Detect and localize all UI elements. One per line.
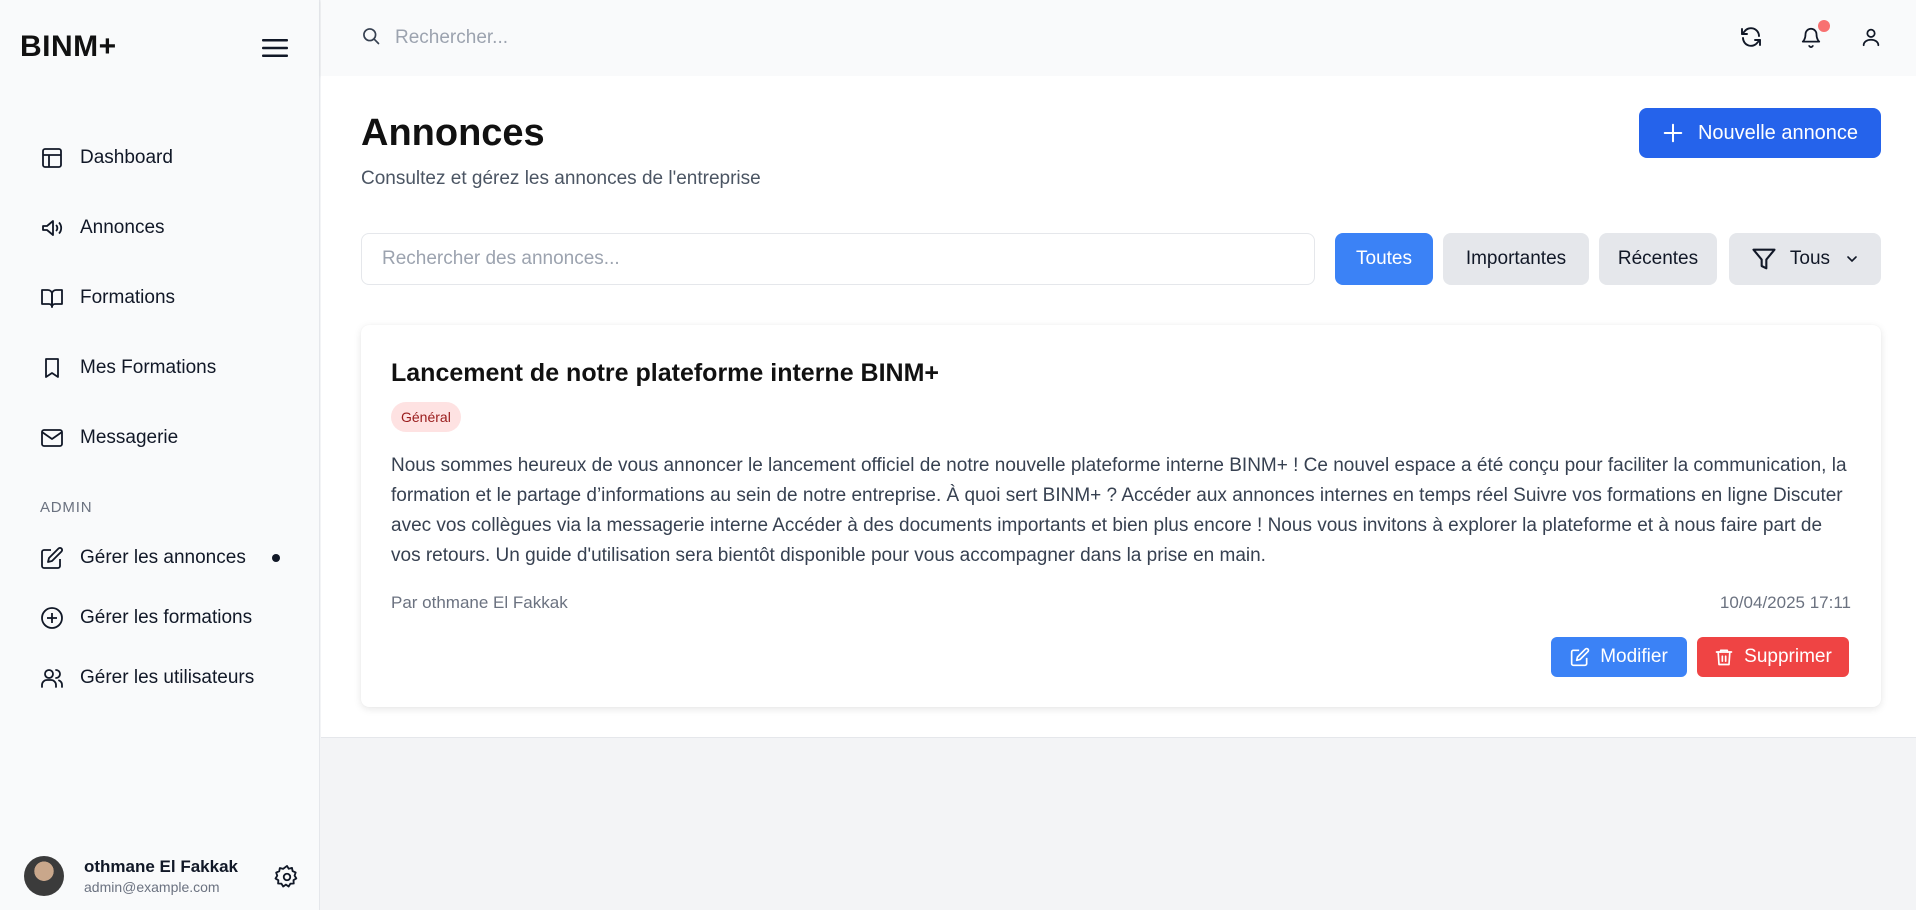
avatar bbox=[24, 856, 64, 896]
layout-icon bbox=[38, 144, 66, 172]
sidebar-item-label: Dashboard bbox=[80, 147, 173, 168]
edit-icon bbox=[1570, 647, 1590, 667]
sidebar-item-mes-formations[interactable]: Mes Formations bbox=[38, 350, 216, 386]
gear-icon bbox=[274, 865, 298, 888]
edit-label: Modifier bbox=[1600, 646, 1668, 667]
notification-badge bbox=[1818, 20, 1830, 32]
category-badge: Général bbox=[391, 402, 461, 432]
sidebar-item-label: Annonces bbox=[80, 217, 165, 238]
chevron-down-icon bbox=[1844, 251, 1860, 267]
filter-importantes[interactable]: Importantes bbox=[1443, 233, 1589, 285]
topbar bbox=[321, 0, 1916, 76]
hamburger-icon bbox=[262, 39, 288, 57]
user-name: othmane El Fakkak bbox=[84, 857, 239, 876]
plus-icon bbox=[1662, 122, 1684, 144]
refresh-button[interactable] bbox=[1738, 24, 1764, 50]
announcement-date: 10/04/2025 17:11 bbox=[1719, 593, 1851, 612]
filter-dropdown[interactable]: Tous bbox=[1729, 233, 1881, 285]
sidebar-item-label: Gérer les utilisateurs bbox=[80, 667, 255, 688]
sidebar-item-gerer-annonces[interactable]: Gérer les annonces bbox=[38, 540, 246, 576]
filter-dropdown-value: Tous bbox=[1789, 248, 1831, 269]
search-icon bbox=[361, 26, 381, 46]
announcement-author: Par othmane El Fakkak bbox=[391, 593, 568, 612]
sidebar-item-label: Gérer les formations bbox=[80, 607, 253, 628]
brand-logo[interactable]: BINM+ bbox=[20, 30, 117, 64]
user-icon bbox=[1862, 28, 1880, 47]
sidebar-item-label: Gérer les annonces bbox=[80, 547, 246, 568]
sidebar-item-messagerie[interactable]: Messagerie bbox=[38, 420, 178, 456]
megaphone-icon bbox=[38, 214, 66, 242]
sidebar: BINM+ Dashboard Annonces Formations Mes … bbox=[0, 0, 320, 910]
sidebar-item-annonces[interactable]: Annonces bbox=[38, 210, 165, 246]
announcement-search-input[interactable] bbox=[361, 233, 1315, 285]
filter-toutes[interactable]: Toutes bbox=[1335, 233, 1433, 285]
sidebar-item-gerer-utilisateurs[interactable]: Gérer les utilisateurs bbox=[38, 660, 254, 696]
plus-circle-icon bbox=[38, 604, 66, 632]
delete-button[interactable]: Supprimer bbox=[1697, 637, 1849, 677]
sidebar-item-label: Mes Formations bbox=[80, 357, 217, 378]
announcement-card: Lancement de notre plateforme interne BI… bbox=[361, 325, 1881, 707]
page-subtitle: Consultez et gérez les annonces de l'ent… bbox=[361, 168, 761, 189]
announcement-body: Nous sommes heureux de vous annoncer le … bbox=[391, 455, 1847, 566]
book-open-icon bbox=[38, 284, 66, 312]
admin-section-heading: ADMIN bbox=[40, 499, 93, 516]
active-indicator-dot bbox=[272, 554, 280, 562]
mail-icon bbox=[38, 424, 66, 452]
edit-square-icon bbox=[38, 544, 66, 572]
sidebar-item-label: Formations bbox=[80, 287, 176, 308]
account-button[interactable] bbox=[1858, 24, 1884, 50]
filter-icon bbox=[1750, 245, 1778, 273]
sidebar-item-dashboard[interactable]: Dashboard bbox=[38, 140, 173, 176]
bookmark-icon bbox=[38, 354, 66, 382]
refresh-icon bbox=[1741, 27, 1761, 47]
global-search-input[interactable] bbox=[395, 22, 995, 54]
delete-label: Supprimer bbox=[1744, 646, 1832, 667]
menu-toggle-button[interactable] bbox=[258, 34, 292, 62]
settings-button[interactable] bbox=[274, 864, 300, 890]
trash-icon bbox=[1714, 647, 1734, 667]
new-announcement-button[interactable]: Nouvelle annonce bbox=[1639, 108, 1881, 158]
sidebar-item-formations[interactable]: Formations bbox=[38, 280, 175, 316]
new-announcement-label: Nouvelle annonce bbox=[1697, 121, 1859, 144]
filter-recentes[interactable]: Récentes bbox=[1599, 233, 1717, 285]
main-content: Annonces Consultez et gérez les annonces… bbox=[321, 76, 1916, 738]
edit-button[interactable]: Modifier bbox=[1551, 637, 1687, 677]
users-icon bbox=[38, 664, 66, 692]
sidebar-item-gerer-formations[interactable]: Gérer les formations bbox=[38, 600, 252, 636]
user-profile[interactable]: othmane El Fakkak admin@example.com bbox=[24, 852, 304, 900]
announcement-title[interactable]: Lancement de notre plateforme interne BI… bbox=[391, 359, 939, 388]
sidebar-item-label: Messagerie bbox=[80, 427, 179, 448]
page-title: Annonces bbox=[361, 112, 545, 154]
user-email: admin@example.com bbox=[84, 879, 220, 895]
